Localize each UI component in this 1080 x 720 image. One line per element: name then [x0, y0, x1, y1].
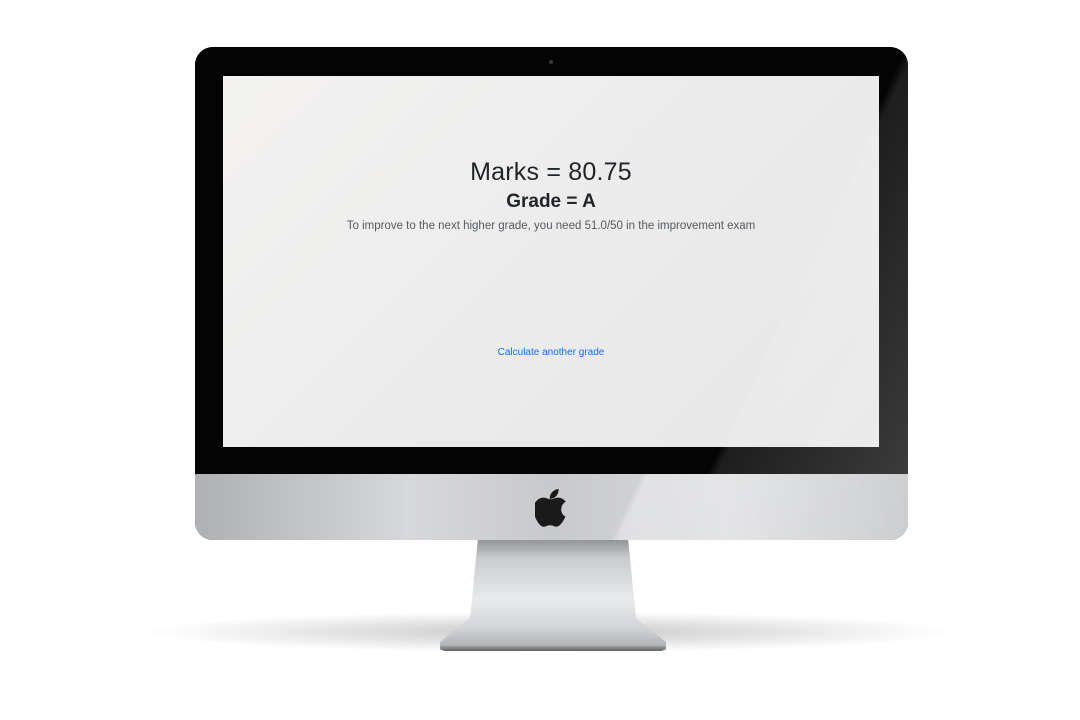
camera-icon [549, 60, 553, 64]
mockup-stage: Marks = 80.75 Grade = A To improve to th… [0, 0, 1080, 720]
marks-heading: Marks = 80.75 [470, 158, 632, 186]
monitor-stand-base [440, 646, 666, 651]
calculate-another-grade-link[interactable]: Calculate another grade [223, 347, 879, 358]
monitor-stand [440, 538, 666, 650]
app-screen: Marks = 80.75 Grade = A To improve to th… [223, 76, 879, 447]
grade-heading: Grade = A [506, 191, 596, 212]
result-panel: Marks = 80.75 Grade = A To improve to th… [223, 156, 879, 235]
improvement-hint: To improve to the next higher grade, you… [346, 220, 756, 232]
apple-logo-icon [535, 489, 566, 527]
monitor: Marks = 80.75 Grade = A To improve to th… [195, 47, 908, 540]
